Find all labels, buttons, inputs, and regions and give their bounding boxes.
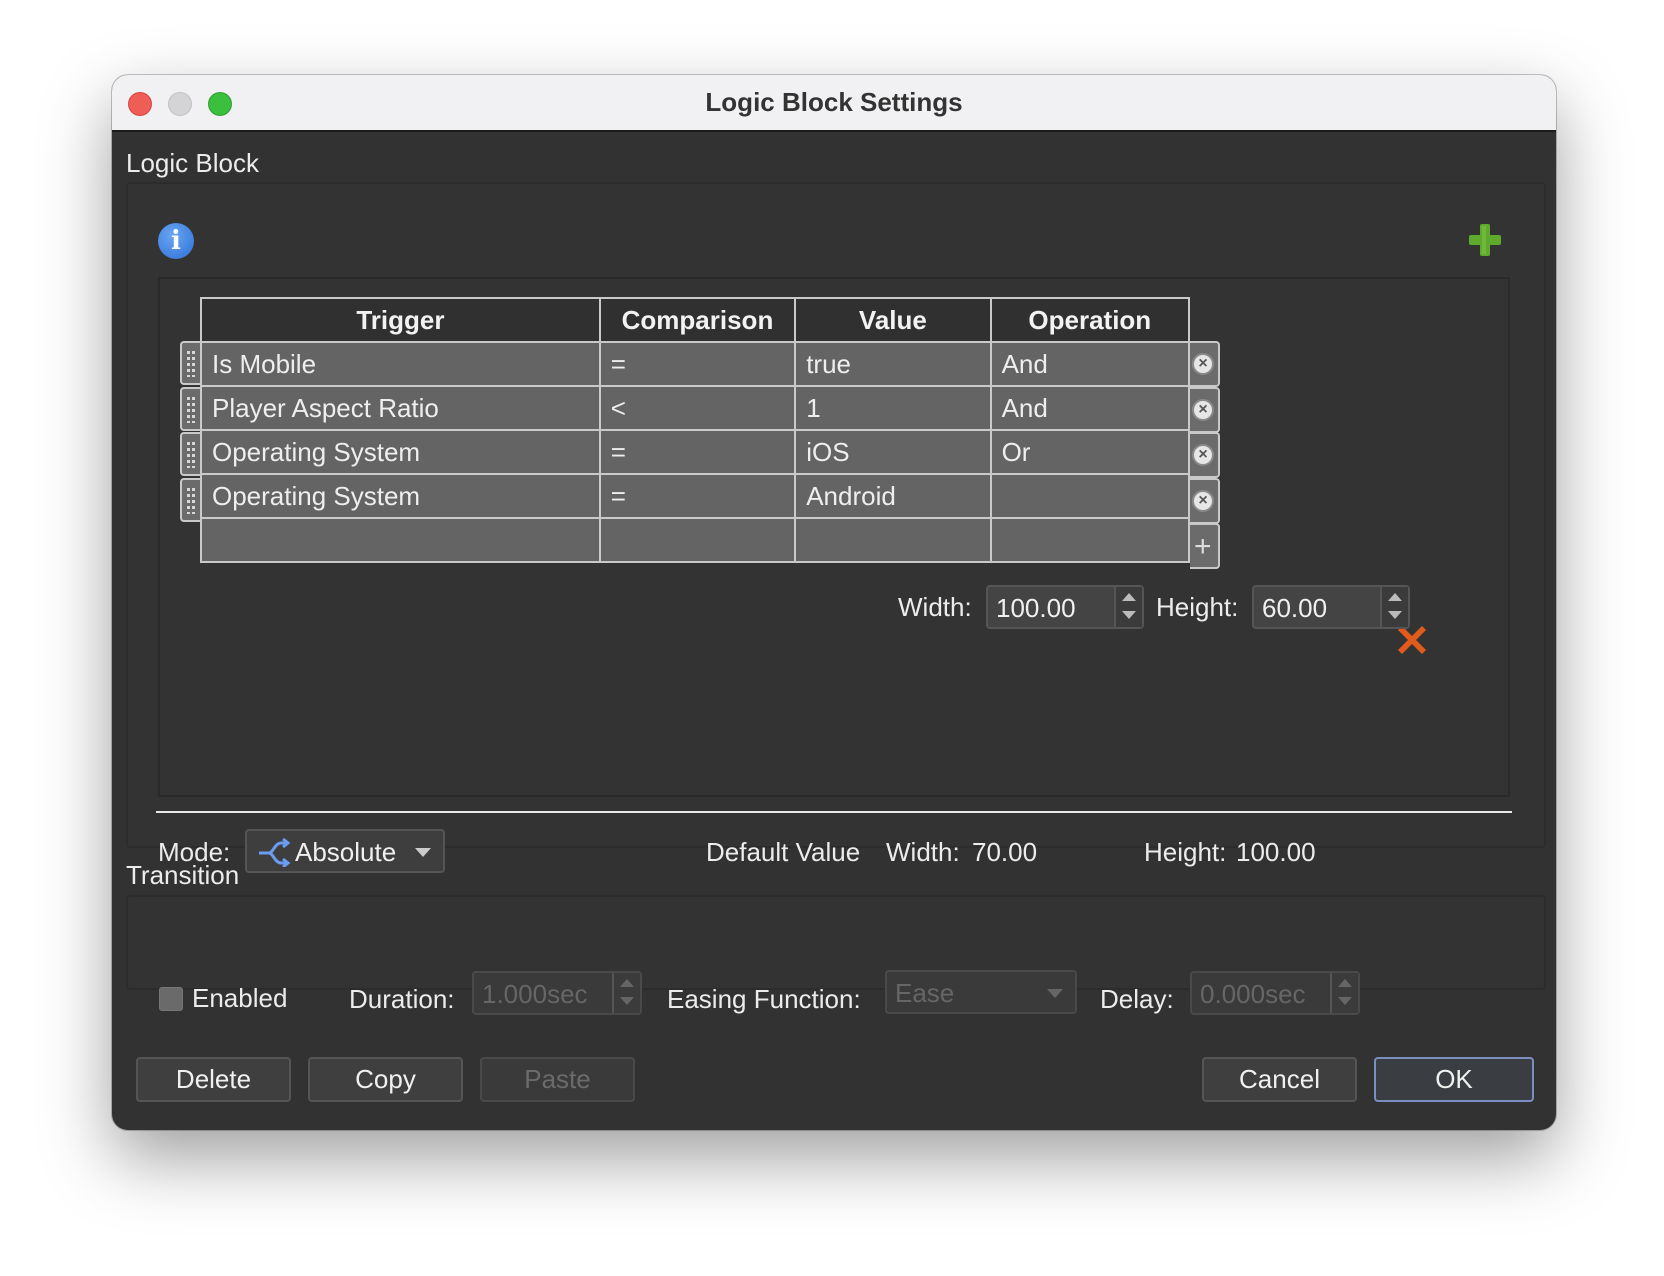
divider: [156, 811, 1512, 813]
cell-operation[interactable]: Or: [989, 429, 1191, 475]
circle-x-icon: ×: [1192, 353, 1214, 375]
cell-trigger[interactable]: Player Aspect Ratio: [200, 385, 601, 431]
remove-row-button[interactable]: ×: [1190, 432, 1220, 478]
width-stepper-arrows[interactable]: [1114, 587, 1142, 627]
mode-value: Absolute: [295, 837, 397, 867]
width-label: Width:: [898, 592, 972, 622]
transition-section-label: Transition: [126, 860, 240, 890]
table-header-row: Trigger Comparison Value Operation: [200, 297, 1191, 343]
default-value-label: Default Value: [706, 837, 861, 867]
cell-empty[interactable]: [200, 517, 601, 563]
mode-dropdown[interactable]: Absolute: [245, 829, 445, 873]
cell-trigger[interactable]: Operating System: [200, 429, 601, 475]
cell-value[interactable]: iOS: [794, 429, 992, 475]
ok-button[interactable]: OK: [1374, 1057, 1534, 1102]
enabled-label[interactable]: Enabled: [192, 983, 287, 1014]
cell-operation[interactable]: And: [989, 341, 1191, 387]
chevron-down-icon: [1047, 989, 1063, 998]
default-width-value: 70.00: [972, 837, 1038, 867]
easing-function-dropdown[interactable]: Ease: [885, 970, 1077, 1014]
height-stepper[interactable]: 60.00: [1252, 585, 1410, 629]
logic-block-section-label: Logic Block: [126, 148, 259, 178]
height-stepper-arrows[interactable]: [1380, 587, 1408, 627]
header-operation[interactable]: Operation: [989, 297, 1191, 343]
enabled-checkbox[interactable]: [159, 987, 183, 1011]
plus-icon: +: [1194, 530, 1212, 563]
cell-operation[interactable]: [989, 473, 1191, 519]
delay-stepper[interactable]: 0.000sec: [1190, 971, 1360, 1015]
chevron-down-icon: [415, 848, 431, 857]
add-plus-icon[interactable]: [1467, 222, 1503, 258]
circle-x-icon: ×: [1192, 399, 1214, 421]
duration-stepper[interactable]: 1.000sec: [472, 971, 642, 1015]
dialog-window: Logic Block Settings Logic Block i Trigg…: [112, 75, 1556, 1130]
title-bar: Logic Block Settings: [112, 75, 1556, 132]
table-row[interactable]: Player Aspect Ratio < 1 And: [200, 385, 1191, 431]
cell-comparison[interactable]: =: [598, 429, 797, 475]
cancel-button[interactable]: Cancel: [1202, 1057, 1357, 1102]
remove-row-button[interactable]: ×: [1190, 478, 1220, 524]
cell-empty[interactable]: [989, 517, 1191, 563]
cell-comparison[interactable]: =: [598, 341, 797, 387]
height-label: Height:: [1156, 592, 1239, 622]
duration-value[interactable]: 1.000sec: [482, 979, 588, 1010]
cell-value[interactable]: true: [794, 341, 992, 387]
copy-button[interactable]: Copy: [308, 1057, 463, 1102]
table-row[interactable]: Operating System = iOS Or: [200, 429, 1191, 475]
height-value[interactable]: 60.00: [1262, 593, 1327, 624]
drag-handle-icon[interactable]: [180, 341, 200, 385]
duration-stepper-arrows[interactable]: [612, 973, 640, 1013]
cell-operation[interactable]: And: [989, 385, 1191, 431]
drag-handle-icon[interactable]: [180, 478, 200, 522]
easing-function-value: Ease: [895, 978, 955, 1008]
delay-label: Delay:: [1100, 984, 1174, 1014]
circle-x-icon: ×: [1192, 444, 1214, 466]
cell-value[interactable]: 1: [794, 385, 992, 431]
header-value[interactable]: Value: [794, 297, 992, 343]
delay-value[interactable]: 0.000sec: [1200, 979, 1306, 1010]
cell-trigger[interactable]: Operating System: [200, 473, 601, 519]
cell-comparison[interactable]: =: [598, 473, 797, 519]
add-row-button[interactable]: +: [1190, 523, 1220, 569]
header-trigger[interactable]: Trigger: [200, 297, 601, 343]
window-title: Logic Block Settings: [705, 87, 963, 117]
default-height-value: 100.00: [1236, 837, 1316, 867]
conditions-panel: Trigger Comparison Value Operation Is Mo…: [158, 277, 1510, 797]
delay-stepper-arrows[interactable]: [1330, 973, 1358, 1013]
cell-value[interactable]: Android: [794, 473, 992, 519]
duration-label: Duration:: [349, 984, 455, 1014]
easing-function-label: Easing Function:: [667, 984, 861, 1014]
remove-row-button[interactable]: ×: [1190, 341, 1220, 387]
default-width-label: Width:: [886, 837, 960, 867]
table-row[interactable]: Operating System = Android: [200, 473, 1191, 519]
cell-trigger[interactable]: Is Mobile: [200, 341, 601, 387]
remove-row-button[interactable]: ×: [1190, 387, 1220, 433]
drag-handle-icon[interactable]: [180, 387, 200, 431]
empty-new-row[interactable]: [200, 517, 1191, 563]
width-stepper[interactable]: 100.00: [986, 585, 1144, 629]
circle-x-icon: ×: [1192, 490, 1214, 512]
header-comparison[interactable]: Comparison: [598, 297, 797, 343]
mode-absolute-icon: [259, 837, 291, 867]
default-height-label: Height:: [1144, 837, 1227, 867]
width-value[interactable]: 100.00: [996, 593, 1076, 624]
delete-button[interactable]: Delete: [136, 1057, 291, 1102]
drag-handle-icon[interactable]: [180, 432, 200, 476]
cell-empty[interactable]: [794, 517, 992, 563]
cell-comparison[interactable]: <: [598, 385, 797, 431]
table-row[interactable]: Is Mobile = true And: [200, 341, 1191, 387]
paste-button[interactable]: Paste: [480, 1057, 635, 1102]
conditions-table: Trigger Comparison Value Operation Is Mo…: [200, 297, 1191, 563]
cell-empty[interactable]: [598, 517, 797, 563]
info-icon[interactable]: i: [158, 223, 194, 259]
